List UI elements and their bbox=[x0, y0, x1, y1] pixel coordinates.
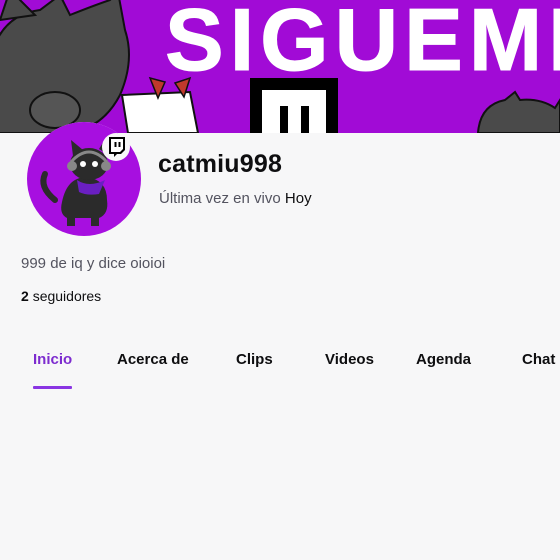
channel-name[interactable]: catmiu998 bbox=[158, 150, 282, 179]
followers-number: 2 bbox=[21, 288, 29, 304]
followers-label: seguidores bbox=[32, 288, 102, 304]
last-live-status: Última vez en vivo Hoy bbox=[159, 190, 312, 207]
tab-acerca-de[interactable]: Acerca de bbox=[117, 351, 189, 368]
followers-count[interactable]: 2 seguidores bbox=[21, 288, 101, 304]
tab-agenda[interactable]: Agenda bbox=[416, 351, 471, 368]
tab-videos[interactable]: Videos bbox=[325, 351, 374, 368]
channel-bio: 999 de iq y dice oioioi bbox=[21, 255, 166, 272]
banner-cat-left bbox=[0, 0, 130, 133]
last-live-value: Hoy bbox=[284, 190, 312, 207]
tab-chat[interactable]: Chat bbox=[522, 351, 555, 368]
channel-tabs: Inicio Acerca de Clips Videos Agenda Cha… bbox=[0, 349, 560, 393]
active-tab-indicator bbox=[33, 386, 72, 389]
channel-banner: SIGUEME bbox=[0, 0, 560, 133]
tab-clips[interactable]: Clips bbox=[236, 351, 273, 368]
last-live-label: Última vez en vivo bbox=[159, 190, 281, 207]
tab-inicio[interactable]: Inicio bbox=[33, 351, 72, 368]
banner-cat-right bbox=[476, 90, 560, 133]
banner-text: SIGUEME bbox=[165, 0, 560, 89]
twitch-icon bbox=[102, 133, 130, 161]
